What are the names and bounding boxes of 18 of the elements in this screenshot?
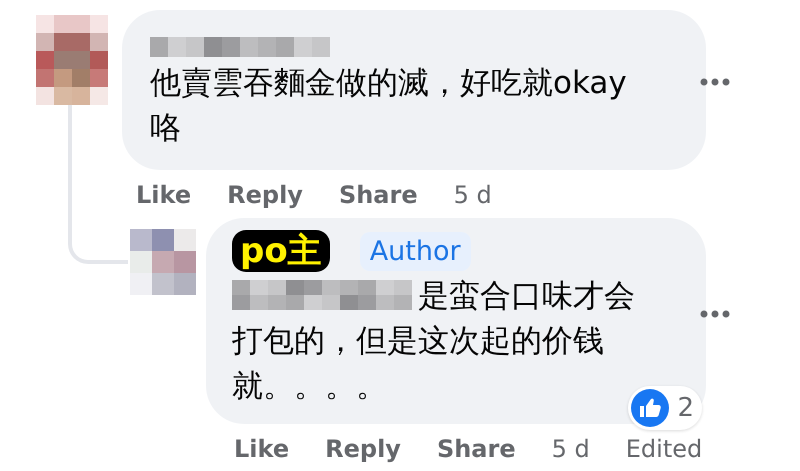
avatar[interactable] [130,229,196,295]
comment-text: 他賣雲吞麵金做的滅，好吃就okay咯 [150,64,628,148]
author-badge: Author [360,232,471,270]
action-link[interactable]: Reply [227,180,303,210]
reaction-count[interactable]: 2 [628,386,702,430]
like-icon [631,389,670,427]
action-link[interactable]: Share [338,180,418,210]
more-icon[interactable] [700,310,730,318]
action-link[interactable]: Like [234,434,290,464]
avatar[interactable] [36,15,108,105]
timestamp[interactable]: 5 d [552,434,590,464]
more-icon[interactable] [700,78,730,86]
action-link[interactable]: Share [436,434,516,464]
action-link[interactable]: Like [136,180,192,210]
edited-label[interactable]: Edited [626,434,702,464]
timestamp[interactable]: 5 d [454,180,492,210]
sticker-label: po主 [232,230,330,272]
action-link[interactable]: Reply [325,434,401,464]
